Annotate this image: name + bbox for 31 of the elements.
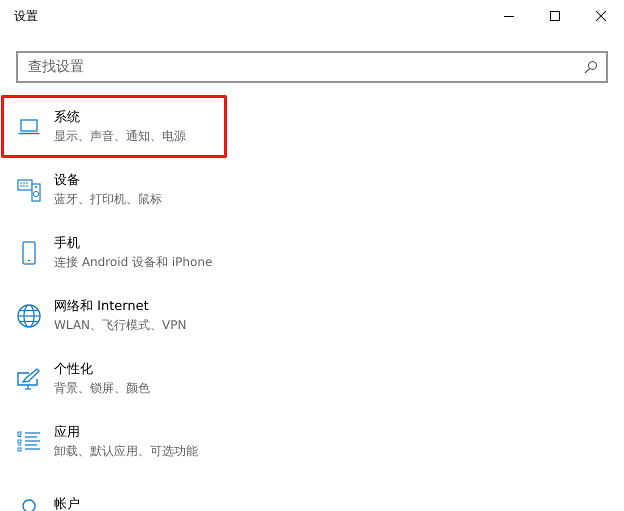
category-title: 网络和 Internet <box>54 298 149 316</box>
monitor-brush-icon <box>17 368 41 390</box>
list-icon <box>17 430 41 452</box>
category-description: 卸载、默认应用、可选功能 <box>54 442 198 460</box>
keyboard-speaker-icon <box>17 178 41 202</box>
search-icon <box>584 60 598 74</box>
category-title: 应用 <box>54 424 80 442</box>
settings-category[interactable]: 个性化 背景、锁屏、颜色 <box>1 347 227 410</box>
category-description: 背景、锁屏、颜色 <box>54 380 150 396</box>
phone-icon <box>22 240 36 264</box>
category-title: 设备 <box>54 172 80 190</box>
window-title: 设置 <box>14 8 38 24</box>
search-field[interactable]: 查找设置 <box>16 51 608 83</box>
category-description: WLAN、飞行模式、VPN <box>54 316 186 334</box>
settings-category[interactable]: 系统 显示、声音、通知、电源 <box>1 95 227 158</box>
globe-icon <box>17 304 41 328</box>
category-description: 连接 Android 设备和 iPhone <box>54 254 212 270</box>
category-title: 帐户 <box>54 496 80 511</box>
category-title: 个性化 <box>54 360 93 378</box>
settings-category[interactable]: 网络和 Internet WLAN、飞行模式、VPN <box>1 284 227 347</box>
category-description: 蓝牙、打印机、鼠标 <box>54 190 162 208</box>
category-title: 手机 <box>54 234 80 252</box>
settings-category[interactable]: 帐户 <box>1 473 227 511</box>
laptop-icon <box>18 118 40 134</box>
category-title: 系统 <box>54 108 80 126</box>
close-icon <box>595 10 607 22</box>
settings-category[interactable]: 手机 连接 Android 设备和 iPhone <box>1 221 227 284</box>
settings-category[interactable]: 设备 蓝牙、打印机、鼠标 <box>1 158 227 221</box>
maximize-icon <box>549 10 561 22</box>
category-description: 显示、声音、通知、电源 <box>54 128 186 144</box>
settings-category[interactable]: 应用 卸载、默认应用、可选功能 <box>1 410 227 473</box>
